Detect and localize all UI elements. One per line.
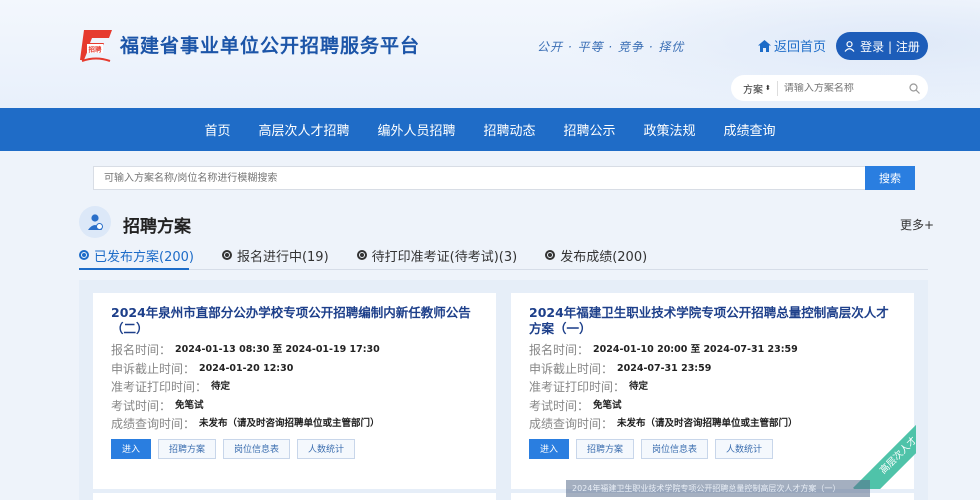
talent-ribbon-label: 高层次人才 (853, 420, 916, 489)
plan-doc-button[interactable]: 招聘方案 (576, 438, 635, 459)
search-type-select[interactable]: 方案 ⬍ (743, 80, 778, 96)
plan-field-appeal: 申诉截止时间： 2024-01-20 12:30 (111, 360, 478, 379)
home-link[interactable]: 返回首页 (758, 36, 826, 55)
tab-label: 待打印准考证(待考试)(3) (371, 249, 518, 265)
plan-doc-button[interactable]: 招聘方案 (158, 438, 217, 459)
section-icon-wrap (79, 206, 111, 238)
nav-item-policies[interactable]: 政策法规 (630, 120, 710, 139)
site-logo-icon[interactable]: 招聘 (78, 26, 114, 64)
plan-card-title[interactable]: 2024年福建卫生职业技术学院专项公开招聘总量控制高层次人才方案（一） (529, 305, 896, 338)
active-tab-indicator (79, 268, 189, 270)
plan-card: 2024年泉州市直部分公办学校专项公开招聘编制内新任教师公告（二） 报名时间： … (93, 293, 496, 489)
talent-ribbon: 高层次人才 (838, 420, 916, 489)
field-label: 报名时间： (529, 343, 590, 357)
home-icon (758, 39, 771, 52)
plan-card-title[interactable]: 2024年泉州市直部分公办学校专项公开招聘编制内新任教师公告（二） (111, 305, 478, 338)
login-register-label: 登录 | 注册 (860, 39, 920, 54)
plan-field-score: 成绩查询时间： 未发布（请及时咨询招聘单位或主管部门） (111, 415, 478, 434)
section-title: 招聘方案 (123, 217, 191, 237)
field-label: 成绩查询时间： (111, 417, 196, 431)
field-value: 2024-07-31 23:59 (617, 362, 712, 374)
plan-field-appeal: 申诉截止时间： 2024-07-31 23:59 (529, 360, 896, 379)
field-label: 报名时间： (111, 343, 172, 357)
login-register-button[interactable]: 登录 | 注册 (836, 32, 928, 60)
tab-published[interactable]: 已发布方案(200) (79, 244, 194, 266)
search-type-value: 方案 (743, 84, 763, 96)
plan-field-admission: 准考证打印时间： 待定 (529, 378, 896, 397)
main-search-input[interactable] (93, 166, 865, 190)
field-value: 2024-01-20 12:30 (199, 362, 294, 374)
field-label: 成绩查询时间： (529, 417, 614, 431)
tab-label: 发布成绩(200) (560, 249, 648, 265)
svg-text:招聘: 招聘 (89, 45, 103, 54)
tab-results[interactable]: 发布成绩(200) (545, 244, 647, 266)
tab-pending-admission[interactable]: 待打印准考证(待考试)(3) (356, 244, 518, 266)
field-label: 申诉截止时间： (111, 361, 196, 376)
field-value: 免笔试 (593, 399, 622, 411)
position-table-button[interactable]: 岗位信息表 (223, 438, 291, 459)
nav-item-scores[interactable]: 成绩查询 (710, 120, 790, 139)
enter-button[interactable]: 进入 (529, 438, 570, 459)
search-icon[interactable] (909, 82, 920, 94)
nav-item-home[interactable]: 首页 (190, 120, 244, 139)
tab-bullet-icon (545, 250, 556, 260)
user-icon (844, 40, 855, 52)
position-table-button[interactable]: 岗位信息表 (641, 438, 709, 459)
tab-bullet-icon (356, 250, 367, 260)
tab-registering[interactable]: 报名进行中(19) (221, 244, 329, 266)
header-search: 方案 ⬍ (731, 75, 928, 101)
plan-field-exam: 考试时间： 免笔试 (529, 397, 896, 416)
plan-card-next (93, 493, 496, 500)
person-icon (88, 214, 103, 230)
field-value: 待定 (629, 381, 649, 392)
field-value: 待定 (211, 381, 231, 392)
plan-tabs: 已发布方案(200) 报名进行中(19) 待打印准考证(待考试)(3) 发布成绩… (79, 244, 928, 270)
title-tooltip: 2024年福建卫生职业技术学院专项公开招聘总量控制高层次人才方案（一） (566, 480, 870, 497)
home-link-label: 返回首页 (774, 40, 827, 55)
field-label: 准考证打印时间： (111, 380, 208, 394)
nav-item-non-staff[interactable]: 编外人员招聘 (363, 120, 469, 139)
field-value: 免笔试 (175, 399, 204, 411)
tab-label: 报名进行中(19) (236, 249, 329, 265)
stats-button[interactable]: 人数统计 (297, 438, 356, 459)
site-title: 福建省事业单位公开招聘服务平台 (120, 35, 421, 57)
plan-field-exam: 考试时间： 免笔试 (111, 397, 478, 416)
tab-bullet-icon (221, 250, 232, 260)
field-label: 准考证打印时间： (529, 380, 626, 394)
main-nav: 首页 高层次人才招聘 编外人员招聘 招聘动态 招聘公示 政策法规 成绩查询 (0, 108, 980, 151)
plan-field-registration: 报名时间： 2024-01-10 20:00 至 2024-07-31 23:5… (529, 341, 896, 360)
field-label: 考试时间： (529, 398, 590, 413)
tab-bullet-icon (79, 250, 89, 260)
main-search-bar: 搜索 (93, 166, 915, 190)
plan-card-actions: 进入 招聘方案 岗位信息表 人数统计 (111, 438, 478, 459)
nav-item-talent[interactable]: 高层次人才招聘 (244, 120, 363, 139)
header-search-input[interactable] (777, 82, 909, 94)
plan-field-admission: 准考证打印时间： 待定 (111, 378, 478, 397)
field-label: 考试时间： (111, 398, 172, 413)
more-link[interactable]: 更多+ (900, 216, 934, 233)
field-value: 未发布（请及时咨询招聘单位或主管部门） (199, 418, 380, 429)
field-value: 未发布（请及时咨询招聘单位或主管部门） (617, 418, 798, 429)
site-header: 招聘 福建省事业单位公开招聘服务平台 公开 · 平等 · 竞争 · 择优 返回首… (0, 0, 980, 108)
nav-item-announcements[interactable]: 招聘公示 (550, 120, 630, 139)
search-button[interactable]: 搜索 (865, 166, 915, 190)
field-value: 2024-01-10 20:00 至 2024-07-31 23:59 (593, 344, 798, 355)
site-slogan: 公开 · 平等 · 竞争 · 择优 (537, 40, 685, 54)
tab-label: 已发布方案(200) (94, 249, 194, 265)
field-label: 申诉截止时间： (529, 361, 614, 376)
sort-arrows-icon: ⬍ (765, 84, 771, 92)
enter-button[interactable]: 进入 (111, 438, 152, 459)
nav-item-news[interactable]: 招聘动态 (469, 120, 549, 139)
plan-field-registration: 报名时间： 2024-01-13 08:30 至 2024-01-19 17:3… (111, 341, 478, 360)
stats-button[interactable]: 人数统计 (715, 438, 774, 459)
field-value: 2024-01-13 08:30 至 2024-01-19 17:30 (175, 344, 380, 355)
